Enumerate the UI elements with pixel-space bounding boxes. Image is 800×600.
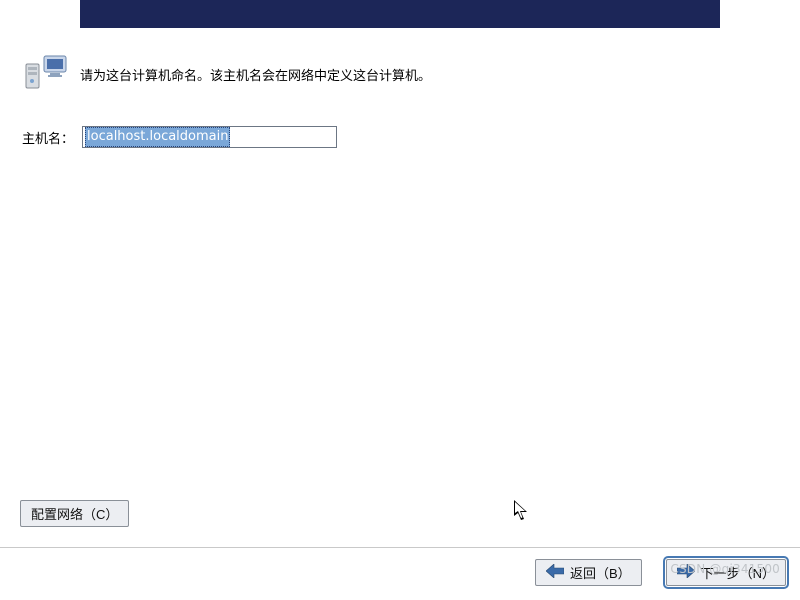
back-label: 返回（B） [570, 563, 631, 582]
header-banner [80, 0, 720, 28]
arrow-left-icon [546, 564, 564, 581]
hint-text: 请为这台计算机命名。该主机名会在网络中定义这台计算机。 [80, 65, 431, 84]
hostname-label: 主机名： [22, 128, 74, 147]
computers-icon [22, 54, 70, 94]
hint-row: 请为这台计算机命名。该主机名会在网络中定义这台计算机。 [22, 54, 778, 94]
watermark-text: CSDN @qi341500 [670, 562, 780, 576]
hostname-input[interactable]: localhost.localdomain [82, 126, 337, 148]
back-button[interactable]: 返回（B） [535, 559, 642, 586]
configure-network-label: 配置网络（C） [31, 504, 118, 523]
configure-network-button[interactable]: 配置网络（C） [20, 500, 129, 527]
main-content: 请为这台计算机命名。该主机名会在网络中定义这台计算机。 主机名： localho… [22, 54, 778, 148]
footer-divider [0, 547, 800, 548]
hostname-input-value: localhost.localdomain [85, 127, 230, 147]
mouse-cursor-icon [514, 500, 532, 522]
hostname-row: 主机名： localhost.localdomain [22, 126, 778, 148]
